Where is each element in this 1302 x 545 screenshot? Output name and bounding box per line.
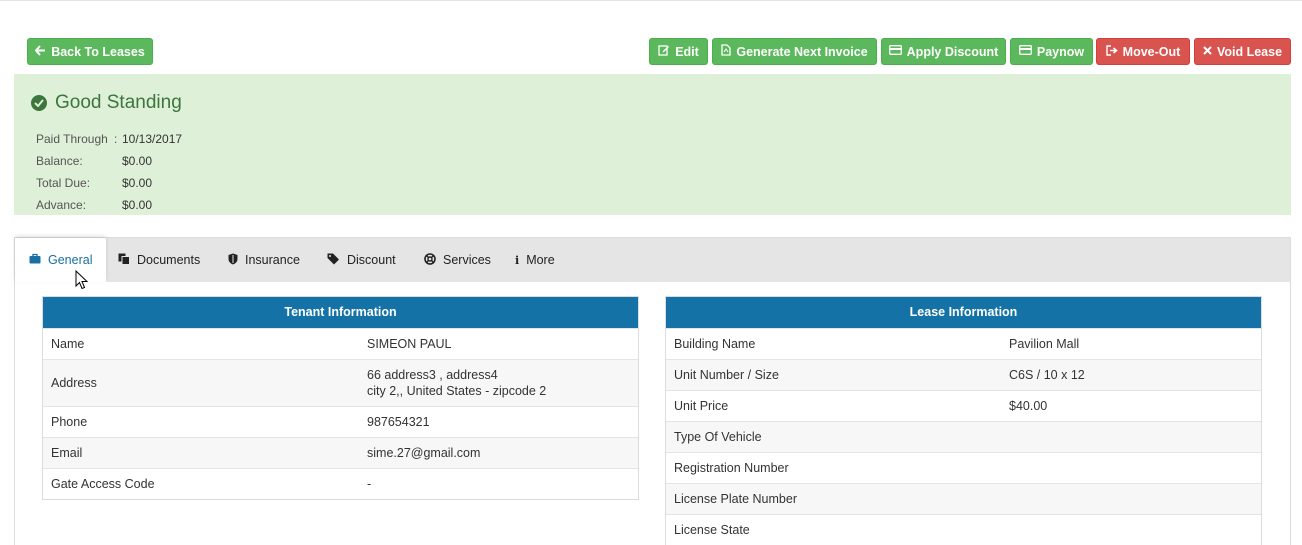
tenant-address-value: 66 address3 , address4 city 2,, United S…	[367, 367, 546, 399]
void-lease-button[interactable]: Void Lease	[1194, 38, 1291, 65]
table-row: Building Name Pavilion Mall	[666, 328, 1261, 359]
tenant-email-key: Email	[51, 446, 83, 460]
move-out-label: Move-Out	[1122, 44, 1181, 59]
tenant-phone-key: Phone	[51, 415, 88, 429]
tab-services[interactable]: Services	[424, 238, 491, 282]
tab-bar: General Documents Insurance Discount Ser…	[15, 238, 1290, 282]
total-due-value: $0.00	[122, 176, 153, 190]
tenant-address-key: Address	[51, 376, 97, 390]
gate-access-code-value: -	[367, 477, 372, 491]
sign-out-icon	[1105, 44, 1118, 59]
table-row: Email sime.27@gmail.com	[43, 437, 638, 468]
tab-services-label: Services	[443, 253, 491, 267]
table-row: Unit Number / Size C6S / 10 x 12	[666, 359, 1261, 390]
tenant-name-key: Name	[51, 337, 85, 351]
table-row: Name SIMEON PAUL	[43, 328, 638, 359]
registration-number-key: Registration Number	[674, 461, 789, 475]
unit-price-key: Unit Price	[674, 399, 729, 413]
table-row: Gate Access Code -	[43, 468, 638, 499]
back-to-leases-button[interactable]: Back To Leases	[27, 38, 153, 65]
top-divider	[0, 0, 1302, 1]
tenant-information-panel: Tenant Information Name SIMEON PAUL Addr…	[42, 296, 639, 500]
license-state-key: License State	[674, 523, 750, 537]
tenant-name-value: SIMEON PAUL	[367, 337, 452, 351]
paid-through-separator: :	[114, 132, 118, 146]
table-row: Address 66 address3 , address4 city 2,, …	[43, 359, 638, 406]
tenant-phone-value: 987654321	[367, 415, 430, 429]
copy-icon	[118, 253, 130, 268]
total-due-label: Total Due:	[36, 176, 91, 190]
standing-title-text: Good Standing	[55, 92, 182, 113]
building-name-value: Pavilion Mall	[1009, 337, 1080, 351]
credit-card-icon	[1018, 45, 1032, 58]
table-row: Registration Number	[666, 452, 1261, 483]
tab-discount[interactable]: Discount	[327, 238, 396, 282]
void-lease-label: Void Lease	[1216, 44, 1283, 59]
apply-discount-button[interactable]: Apply Discount	[881, 38, 1006, 65]
move-out-button[interactable]: Move-Out	[1096, 38, 1190, 65]
table-row: Phone 987654321	[43, 406, 638, 437]
tab-discount-label: Discount	[347, 253, 396, 267]
generate-next-invoice-label: Generate Next Invoice	[736, 44, 868, 59]
balance-value: $0.00	[122, 154, 153, 168]
shield-icon	[228, 253, 238, 268]
unit-number-size-key: Unit Number / Size	[674, 368, 779, 382]
lease-information-panel: Lease Information Building Name Pavilion…	[665, 296, 1262, 545]
tab-more[interactable]: i More	[515, 238, 555, 282]
edit-icon	[658, 44, 670, 59]
back-to-leases-label: Back To Leases	[51, 44, 145, 59]
tags-icon	[327, 253, 340, 268]
lease-information-header: Lease Information	[666, 297, 1261, 328]
paynow-button[interactable]: Paynow	[1010, 38, 1093, 65]
tab-general-label: General	[48, 253, 93, 267]
address-line-2: city 2,, United States - zipcode 2	[367, 384, 547, 398]
tenant-information-header: Tenant Information	[43, 297, 638, 328]
building-name-key: Building Name	[674, 337, 756, 351]
paid-through-value: 10/13/2017	[122, 132, 183, 146]
credit-card-icon	[888, 45, 902, 58]
table-row: License State	[666, 514, 1261, 545]
apply-discount-label: Apply Discount	[906, 44, 999, 59]
edit-button[interactable]: Edit	[649, 38, 708, 65]
generate-next-invoice-button[interactable]: Generate Next Invoice	[712, 38, 877, 65]
edit-label: Edit	[675, 44, 699, 59]
balance-label: Balance:	[36, 154, 83, 168]
tab-documents-label: Documents	[137, 253, 201, 267]
advance-label: Advance:	[36, 198, 87, 212]
tab-insurance-label: Insurance	[245, 253, 300, 267]
tab-insurance[interactable]: Insurance	[228, 238, 300, 282]
unit-price-value: $40.00	[1009, 399, 1048, 413]
advance-value: $0.00	[122, 198, 153, 212]
license-plate-number-key: License Plate Number	[674, 492, 797, 506]
mouse-cursor-icon	[75, 269, 89, 293]
type-of-vehicle-key: Type Of Vehicle	[674, 430, 762, 444]
life-ring-icon	[424, 252, 436, 268]
check-circle-icon	[31, 95, 47, 111]
info-icon: i	[515, 253, 520, 267]
table-row: License Plate Number	[666, 483, 1261, 514]
arrow-left-icon	[34, 44, 46, 59]
tab-documents[interactable]: Documents	[118, 238, 200, 282]
address-line-1: 66 address3 , address4	[367, 368, 498, 382]
gate-access-code-key: Gate Access Code	[51, 477, 155, 491]
tab-more-label: More	[526, 253, 555, 267]
briefcase-icon	[29, 253, 41, 267]
standing-banner: Good Standing Paid Through : 10/13/2017 …	[14, 74, 1291, 215]
file-pdf-icon	[721, 44, 731, 59]
standing-title: Good Standing	[31, 92, 182, 114]
unit-number-size-value: C6S / 10 x 12	[1009, 368, 1085, 382]
table-row: Type Of Vehicle	[666, 421, 1261, 452]
tenant-email-value: sime.27@gmail.com	[367, 446, 481, 460]
table-row: Unit Price $40.00	[666, 390, 1261, 421]
paynow-label: Paynow	[1036, 44, 1085, 59]
times-icon	[1203, 45, 1212, 58]
tab-general[interactable]: General	[15, 238, 106, 282]
paid-through-label: Paid Through	[36, 132, 108, 146]
